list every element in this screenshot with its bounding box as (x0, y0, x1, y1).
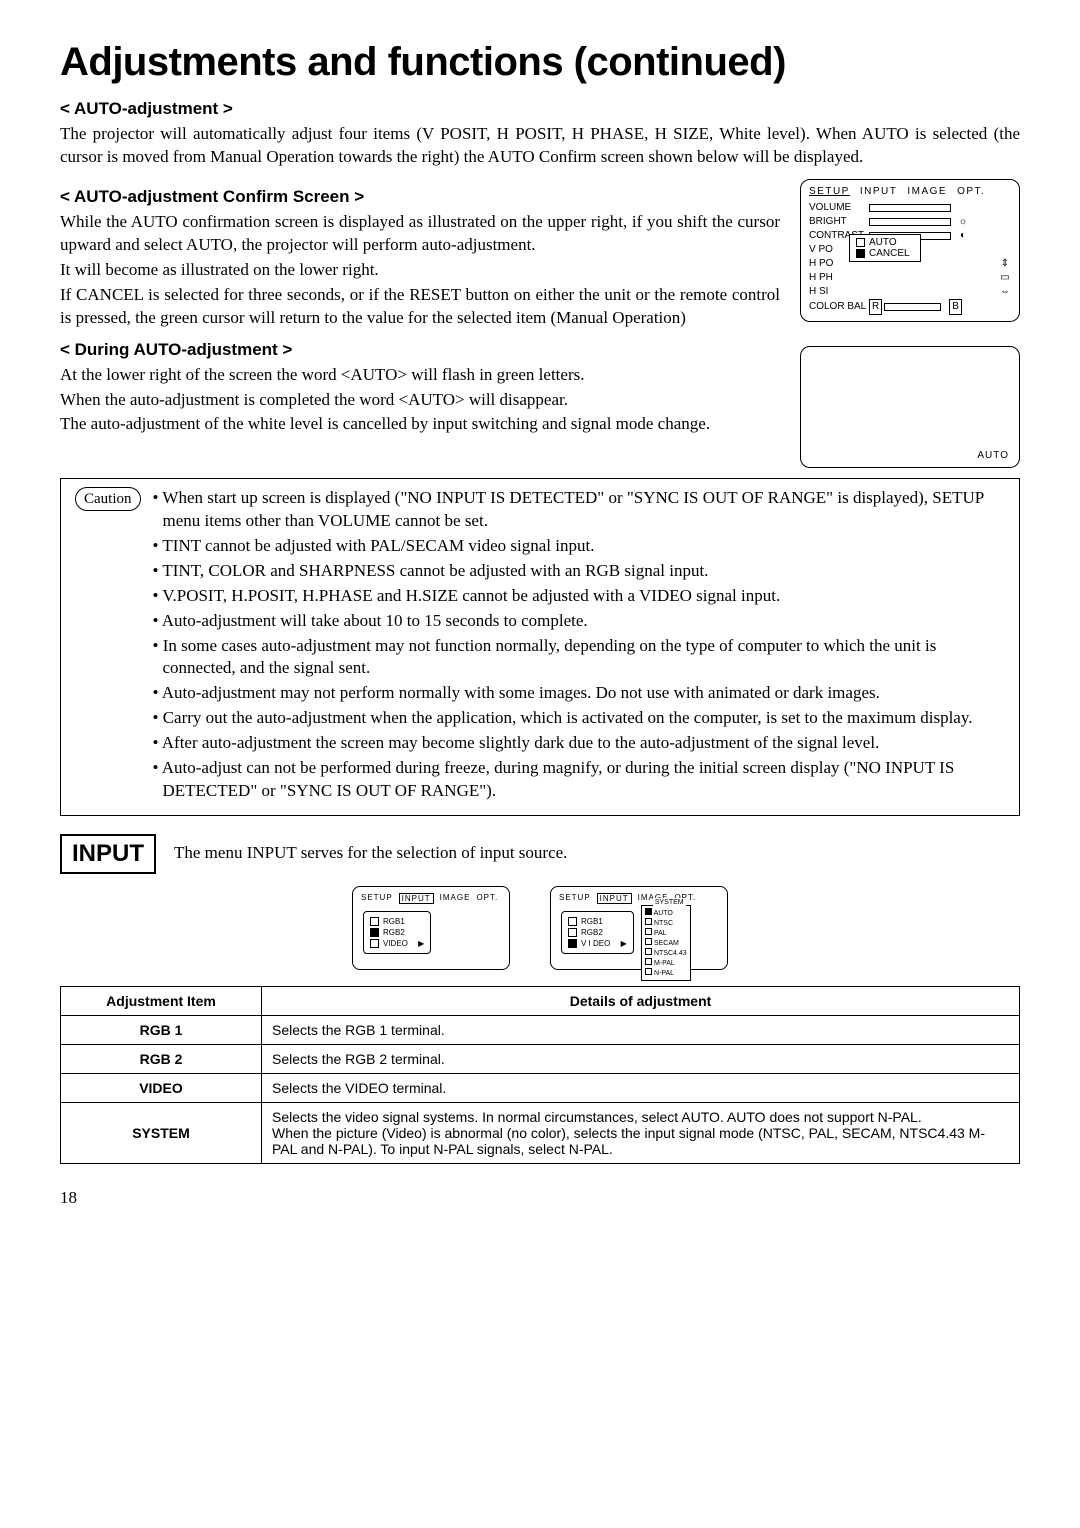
caution-item: • TINT, COLOR and SHARPNESS cannot be ad… (153, 560, 1006, 583)
table-row: SYSTEM Selects the video signal systems.… (61, 1103, 1020, 1164)
popup-auto: AUTO (869, 237, 897, 248)
osd-setup-box: SETUP INPUT IMAGE OPT. VOLUME BRIGHT ☼ CO… (800, 179, 1020, 322)
caution-list: • When start up screen is displayed ("NO… (153, 487, 1006, 805)
confirm-heading: < AUTO-adjustment Confirm Screen > (60, 187, 780, 207)
during-p3: The auto-adjustment of the white level i… (60, 413, 780, 436)
mini-osd-tabs: SETUP INPUT IMAGE OPT. (559, 893, 719, 904)
input-badge: INPUT (60, 834, 156, 874)
confirm-p2: It will become as illustrated on the low… (60, 259, 780, 282)
caution-item: • Auto-adjustment may not perform normal… (153, 682, 1006, 705)
caution-item: • When start up screen is displayed ("NO… (153, 487, 1006, 533)
checkbox-icon (856, 238, 865, 247)
osd-hph-label: H PH (809, 271, 869, 285)
confirm-p3: If CANCEL is selected for three seconds,… (60, 284, 780, 330)
during-p2: When the auto-adjustment is completed th… (60, 389, 780, 412)
osd-bright-label: BRIGHT (809, 215, 869, 229)
osd-colorbal-label: COLOR BAL (809, 300, 869, 314)
input-intro: The menu INPUT serves for the selection … (174, 842, 567, 865)
caution-item: • V.POSIT, H.POSIT, H.PHASE and H.SIZE c… (153, 585, 1006, 608)
auto-status-box: AUTO (800, 346, 1020, 468)
table-row: RGB 1 Selects the RGB 1 terminal. (61, 1016, 1020, 1045)
vpos-icon: ⇕ (999, 257, 1011, 271)
caution-item: • After auto-adjustment the screen may b… (153, 732, 1006, 755)
mini-osd-tabs: SETUP INPUT IMAGE OPT. (361, 893, 501, 904)
auto-adjustment-text: The projector will automatically adjust … (60, 123, 1020, 169)
popup-cancel: CANCEL (869, 248, 910, 259)
osd-volume-label: VOLUME (809, 201, 869, 215)
caution-item: • Carry out the auto-adjustment when the… (153, 707, 1006, 730)
caution-box: Caution • When start up screen is displa… (60, 478, 1020, 816)
mini-osd-basic: SETUP INPUT IMAGE OPT. RGB1 RGB2 VIDEO ▶ (352, 886, 510, 970)
mini-osd-system: SETUP INPUT IMAGE OPT. RGB1 RGB2 V I DEO… (550, 886, 728, 970)
page-number: 18 (60, 1188, 1020, 1208)
during-heading: < During AUTO-adjustment > (60, 340, 780, 360)
auto-status-label: AUTO (977, 450, 1009, 461)
input-table: Adjustment Item Details of adjustment RG… (60, 986, 1020, 1164)
checkbox-filled-icon (856, 249, 865, 258)
osd-tab-opt: OPT. (957, 186, 985, 197)
hsize-icon: ⇔ (999, 285, 1011, 299)
caution-item: • Auto-adjustment will take about 10 to … (153, 610, 1006, 633)
osd-hsi-label: H SI (809, 285, 869, 299)
table-row: VIDEO Selects the VIDEO terminal. (61, 1074, 1020, 1103)
table-header-detail: Details of adjustment (262, 987, 1020, 1016)
osd-tab-input: INPUT (860, 186, 898, 197)
brightness-icon: ☼ (957, 215, 969, 229)
osd-r-label: R (869, 299, 882, 315)
osd-tab-image: IMAGE (907, 186, 947, 197)
during-p1: At the lower right of the screen the wor… (60, 364, 780, 387)
auto-adjustment-heading: < AUTO-adjustment > (60, 99, 1020, 119)
arrow-right-icon: ▶ (418, 938, 424, 949)
osd-tabs: SETUP INPUT IMAGE OPT. (809, 186, 1011, 197)
page-title: Adjustments and functions (continued) (60, 40, 1020, 85)
caution-item: • In some cases auto-adjustment may not … (153, 635, 1006, 681)
caution-item: • TINT cannot be adjusted with PAL/SECAM… (153, 535, 1006, 558)
hpos-icon: ▭ (999, 271, 1011, 285)
contrast-icon: ◐ (957, 229, 969, 243)
osd-b-label: B (949, 299, 962, 315)
table-row: RGB 2 Selects the RGB 2 terminal. (61, 1045, 1020, 1074)
auto-cancel-popup: AUTO CANCEL (849, 234, 921, 262)
confirm-p1: While the AUTO confirmation screen is di… (60, 211, 780, 257)
arrow-right-icon: ▶ (621, 938, 627, 949)
table-header-item: Adjustment Item (61, 987, 262, 1016)
caution-label: Caution (75, 487, 141, 511)
caution-item: • Auto-adjust can not be performed durin… (153, 757, 1006, 803)
osd-tab-setup: SETUP (809, 186, 850, 197)
system-submenu: SYSTEM AUTO NTSC PAL SECAM NTSC4.43 M-PA… (641, 905, 691, 981)
